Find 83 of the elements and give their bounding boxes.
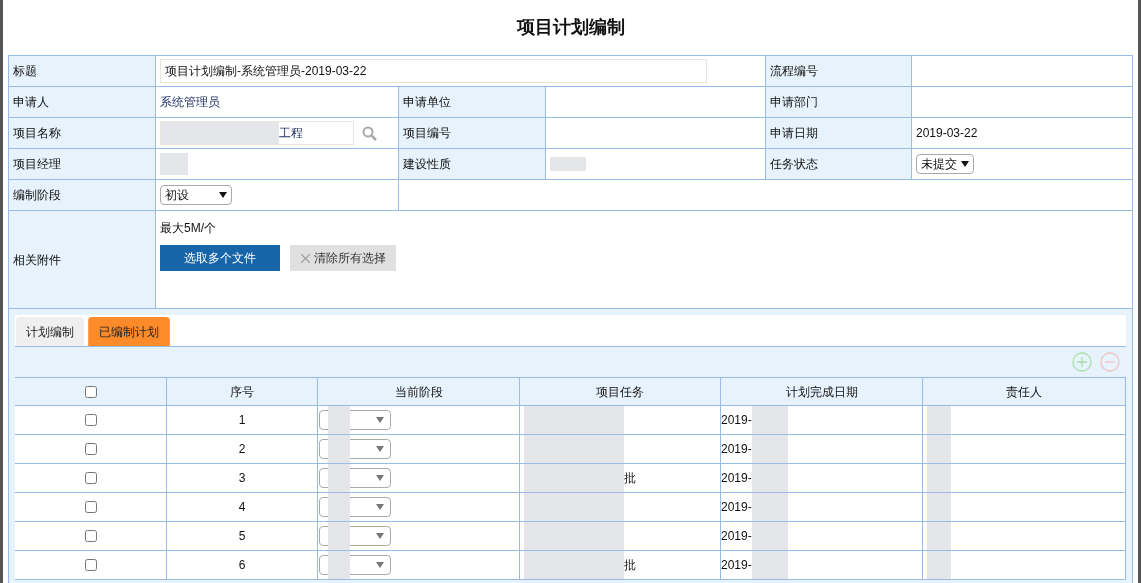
pick-files-button[interactable]: 选取多个文件 bbox=[160, 245, 280, 271]
table-cell-text: 2019- bbox=[721, 412, 752, 429]
table-cell-text: 2019- bbox=[721, 470, 752, 487]
field-label: 任务状态 bbox=[770, 156, 818, 173]
redaction-block bbox=[927, 493, 951, 521]
table-cell-text: 5 bbox=[238, 528, 246, 545]
title-field[interactable]: 项目计划编制-系统管理员-2019-03-22 bbox=[160, 59, 707, 83]
redaction-block bbox=[927, 435, 951, 463]
redaction-block bbox=[751, 551, 788, 579]
column-header: 项目任务 bbox=[596, 383, 644, 401]
field-label: 流程编号 bbox=[770, 63, 818, 80]
row-checkbox[interactable] bbox=[84, 559, 97, 571]
project-name-field[interactable]: 工程 bbox=[160, 121, 354, 145]
table-cell-text: 2 bbox=[238, 441, 246, 458]
field-label: 相关附件 bbox=[13, 251, 61, 269]
field-label: 申请人 bbox=[13, 94, 49, 111]
redaction-block bbox=[328, 522, 350, 550]
tab[interactable]: 计划编制 bbox=[16, 317, 84, 346]
redaction-block bbox=[328, 406, 350, 434]
redaction-block bbox=[328, 551, 350, 579]
redaction-block bbox=[751, 435, 788, 463]
redaction-block bbox=[328, 493, 350, 521]
redaction-block bbox=[751, 406, 788, 434]
size-hint: 最大5M/个 bbox=[160, 220, 217, 237]
caret-icon bbox=[219, 192, 227, 198]
table-cell-text: 4 bbox=[238, 499, 246, 516]
table-cell-text: 2019- bbox=[721, 499, 752, 516]
caret-icon bbox=[376, 562, 384, 568]
search-icon[interactable] bbox=[362, 125, 377, 141]
table-cell-text: 2019- bbox=[721, 557, 752, 574]
close-icon bbox=[300, 253, 310, 263]
table-cell-text: 1 bbox=[238, 412, 246, 429]
row-checkbox[interactable] bbox=[84, 530, 97, 542]
remove-icon[interactable] bbox=[1100, 352, 1120, 372]
field-label: 申请单位 bbox=[403, 94, 451, 111]
redaction-block bbox=[751, 493, 788, 521]
column-header: 责任人 bbox=[1006, 383, 1042, 401]
column-header: 当前阶段 bbox=[394, 383, 443, 401]
redaction-block bbox=[927, 464, 951, 492]
field-label: 申请日期 bbox=[770, 125, 818, 142]
caret-icon bbox=[376, 446, 384, 452]
field-label: 标题 bbox=[13, 63, 37, 80]
caret-icon bbox=[376, 475, 384, 481]
table-cell-text: 2019- bbox=[721, 528, 752, 545]
tab[interactable]: 已编制计划 bbox=[88, 317, 170, 346]
redaction-block bbox=[927, 406, 951, 434]
stage-select[interactable]: 初设 bbox=[160, 185, 232, 205]
redaction-block bbox=[160, 153, 188, 175]
field-label: 项目经理 bbox=[13, 156, 61, 173]
table-cell-text: 批 bbox=[624, 557, 636, 574]
applicant-value: 系统管理员 bbox=[160, 94, 220, 111]
redaction-block bbox=[927, 522, 951, 550]
field-label: 编制阶段 bbox=[13, 187, 61, 204]
date-value: 2019-03-22 bbox=[916, 125, 978, 142]
clear-selection-button[interactable]: 清除所有选择 bbox=[290, 245, 396, 271]
table-cell-text: 6 bbox=[238, 557, 246, 574]
redaction-block bbox=[751, 464, 788, 492]
column-header: 计划完成日期 bbox=[785, 383, 858, 401]
table-cell-text: 3 bbox=[238, 470, 246, 487]
row-checkbox[interactable] bbox=[84, 443, 97, 455]
redaction-block bbox=[328, 464, 350, 492]
table-cell-text: 2019- bbox=[721, 441, 752, 458]
row-checkbox[interactable] bbox=[84, 501, 97, 513]
table-cell-text: 批 bbox=[624, 470, 636, 487]
page-title: 项目计划编制 bbox=[516, 16, 625, 39]
redaction-block bbox=[328, 435, 350, 463]
redaction-block bbox=[751, 522, 788, 550]
field-label: 建设性质 bbox=[403, 156, 451, 173]
redaction-block bbox=[550, 157, 586, 171]
caret-icon bbox=[376, 533, 384, 539]
field-label: 项目编号 bbox=[403, 125, 451, 142]
caret-icon bbox=[961, 161, 969, 167]
field-label: 申请部门 bbox=[770, 94, 818, 111]
select-all-checkbox[interactable] bbox=[84, 385, 97, 398]
caret-icon bbox=[376, 417, 384, 423]
status-select[interactable]: 未提交 bbox=[916, 154, 974, 174]
caret-icon bbox=[376, 504, 384, 510]
row-checkbox[interactable] bbox=[84, 414, 97, 426]
column-header: 序号 bbox=[230, 383, 254, 401]
redaction-block bbox=[927, 551, 951, 579]
field-label: 项目名称 bbox=[13, 125, 61, 142]
row-checkbox[interactable] bbox=[84, 472, 97, 484]
add-icon[interactable] bbox=[1072, 352, 1092, 372]
